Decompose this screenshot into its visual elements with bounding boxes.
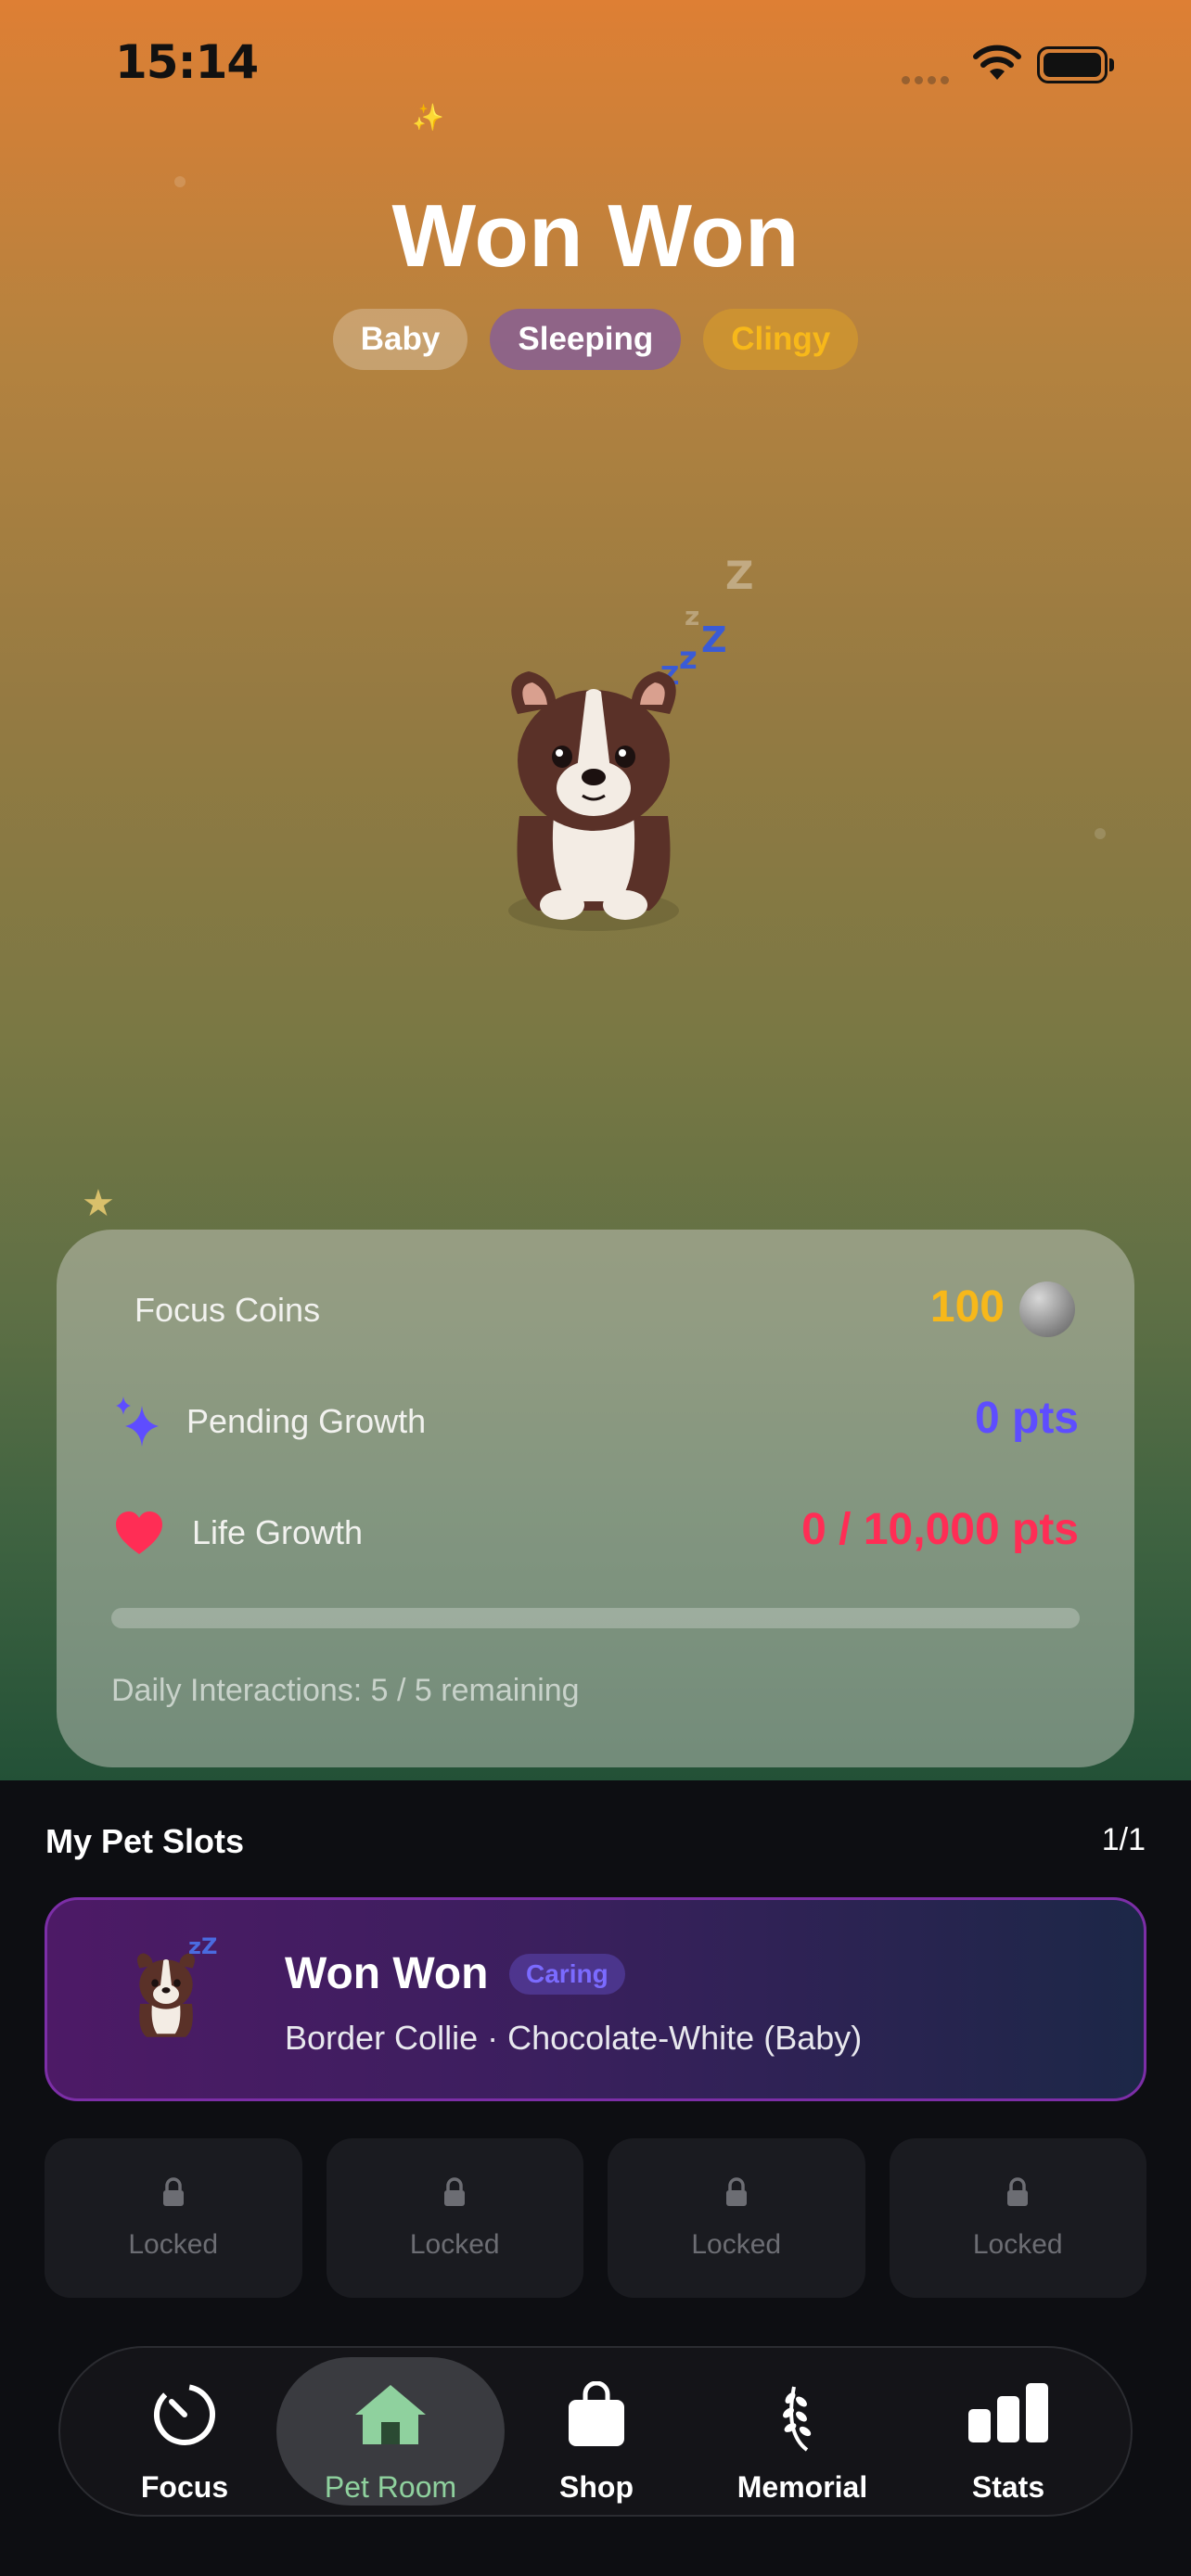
tag-age: Baby: [332, 309, 468, 370]
lock-icon: [725, 2177, 747, 2206]
mood-badge: Caring: [509, 1954, 625, 1995]
tab-label: Focus: [140, 2470, 229, 2504]
tag-state: Sleeping: [490, 309, 682, 370]
locked-label: Locked: [691, 2229, 782, 2260]
clock: 15:14: [115, 35, 259, 89]
status-bar: 15:14: [0, 0, 1191, 130]
tab-focus[interactable]: Focus: [92, 2348, 277, 2515]
lock-icon: [162, 2177, 184, 2206]
sparkle-icon: ✨: [412, 103, 444, 132]
locked-slot[interactable]: Locked: [608, 2138, 865, 2298]
locked-slots: Locked Locked Locked Locked: [45, 2138, 1146, 2298]
locked-slot[interactable]: Locked: [45, 2138, 302, 2298]
tab-label: Shop: [559, 2470, 634, 2504]
wifi-icon: [973, 45, 1021, 80]
star-icon: ★: [82, 1183, 115, 1224]
pending-growth-value: 0 pts: [974, 1394, 1079, 1443]
sleep-z: Z: [725, 553, 754, 598]
sleep-z: Z: [701, 619, 727, 660]
lock-icon: [1007, 2177, 1029, 2206]
bar-chart-icon: [968, 2383, 1048, 2442]
growth-stats-card: Focus Coins 100 Pending Growth 0 pts Lif…: [57, 1230, 1134, 1767]
pending-growth-label: Pending Growth: [186, 1402, 427, 1440]
locked-label: Locked: [409, 2229, 500, 2260]
timer-icon: [154, 2384, 215, 2445]
locked-slot[interactable]: Locked: [326, 2138, 583, 2298]
lock-icon: [444, 2177, 466, 2206]
pet-slots-count: 1/1: [1101, 1822, 1146, 1857]
tab-label: Pet Room: [324, 2470, 457, 2504]
focus-coins-value: 100: [929, 1282, 1005, 1332]
battery-icon: [1037, 46, 1114, 83]
sleep-z: z: [685, 601, 700, 631]
tab-pet-room[interactable]: Pet Room: [298, 2348, 483, 2515]
heart-icon: [116, 1511, 162, 1554]
life-growth-label: Life Growth: [192, 1513, 364, 1551]
tag-personality: Clingy: [703, 309, 859, 370]
ambient-particle: [1095, 828, 1106, 839]
sleep-indicator: zZ: [188, 1933, 218, 1959]
tab-stats[interactable]: Stats: [916, 2348, 1101, 2515]
laurel-icon: [783, 2386, 812, 2452]
life-growth-progress-bar: [111, 1608, 1080, 1628]
life-growth-value: 0 / 10,000 pts: [801, 1505, 1079, 1554]
signal-dots-icon: [902, 72, 957, 84]
focus-coins-label: Focus Coins: [134, 1291, 321, 1329]
pet-slots-title: My Pet Slots: [45, 1822, 245, 1860]
locked-slot[interactable]: Locked: [889, 2138, 1146, 2298]
slot-pet-name: Won Won: [285, 1949, 489, 1998]
puppy-sleeping-illustration[interactable]: [482, 658, 705, 937]
tab-label: Stats: [971, 2470, 1045, 2504]
tab-memorial[interactable]: Memorial: [710, 2348, 895, 2515]
pet-name: Won Won: [391, 186, 800, 286]
pet-slot-card[interactable]: zZ Won Won Caring Border Collie · Chocol…: [45, 1897, 1146, 2101]
slot-pet-breed: Border Collie · Chocolate-White (Baby): [285, 2019, 863, 2057]
tab-label: Memorial: [736, 2470, 868, 2504]
tab-shop[interactable]: Shop: [504, 2348, 689, 2515]
sparkle-icon: [116, 1396, 159, 1447]
shopping-bag-icon: [569, 2381, 624, 2446]
daily-interactions-text: Daily Interactions: 5 / 5 remaining: [111, 1673, 580, 1708]
locked-label: Locked: [972, 2229, 1063, 2260]
locked-label: Locked: [128, 2229, 219, 2260]
pet-thumbnail: [136, 1953, 196, 2037]
tab-bar: Focus Pet Room Shop Memorial Stats: [58, 2346, 1133, 2517]
pet-tags: Baby Sleeping Clingy: [0, 309, 1191, 370]
house-icon: [355, 2385, 426, 2444]
coin-icon: [1019, 1282, 1075, 1337]
